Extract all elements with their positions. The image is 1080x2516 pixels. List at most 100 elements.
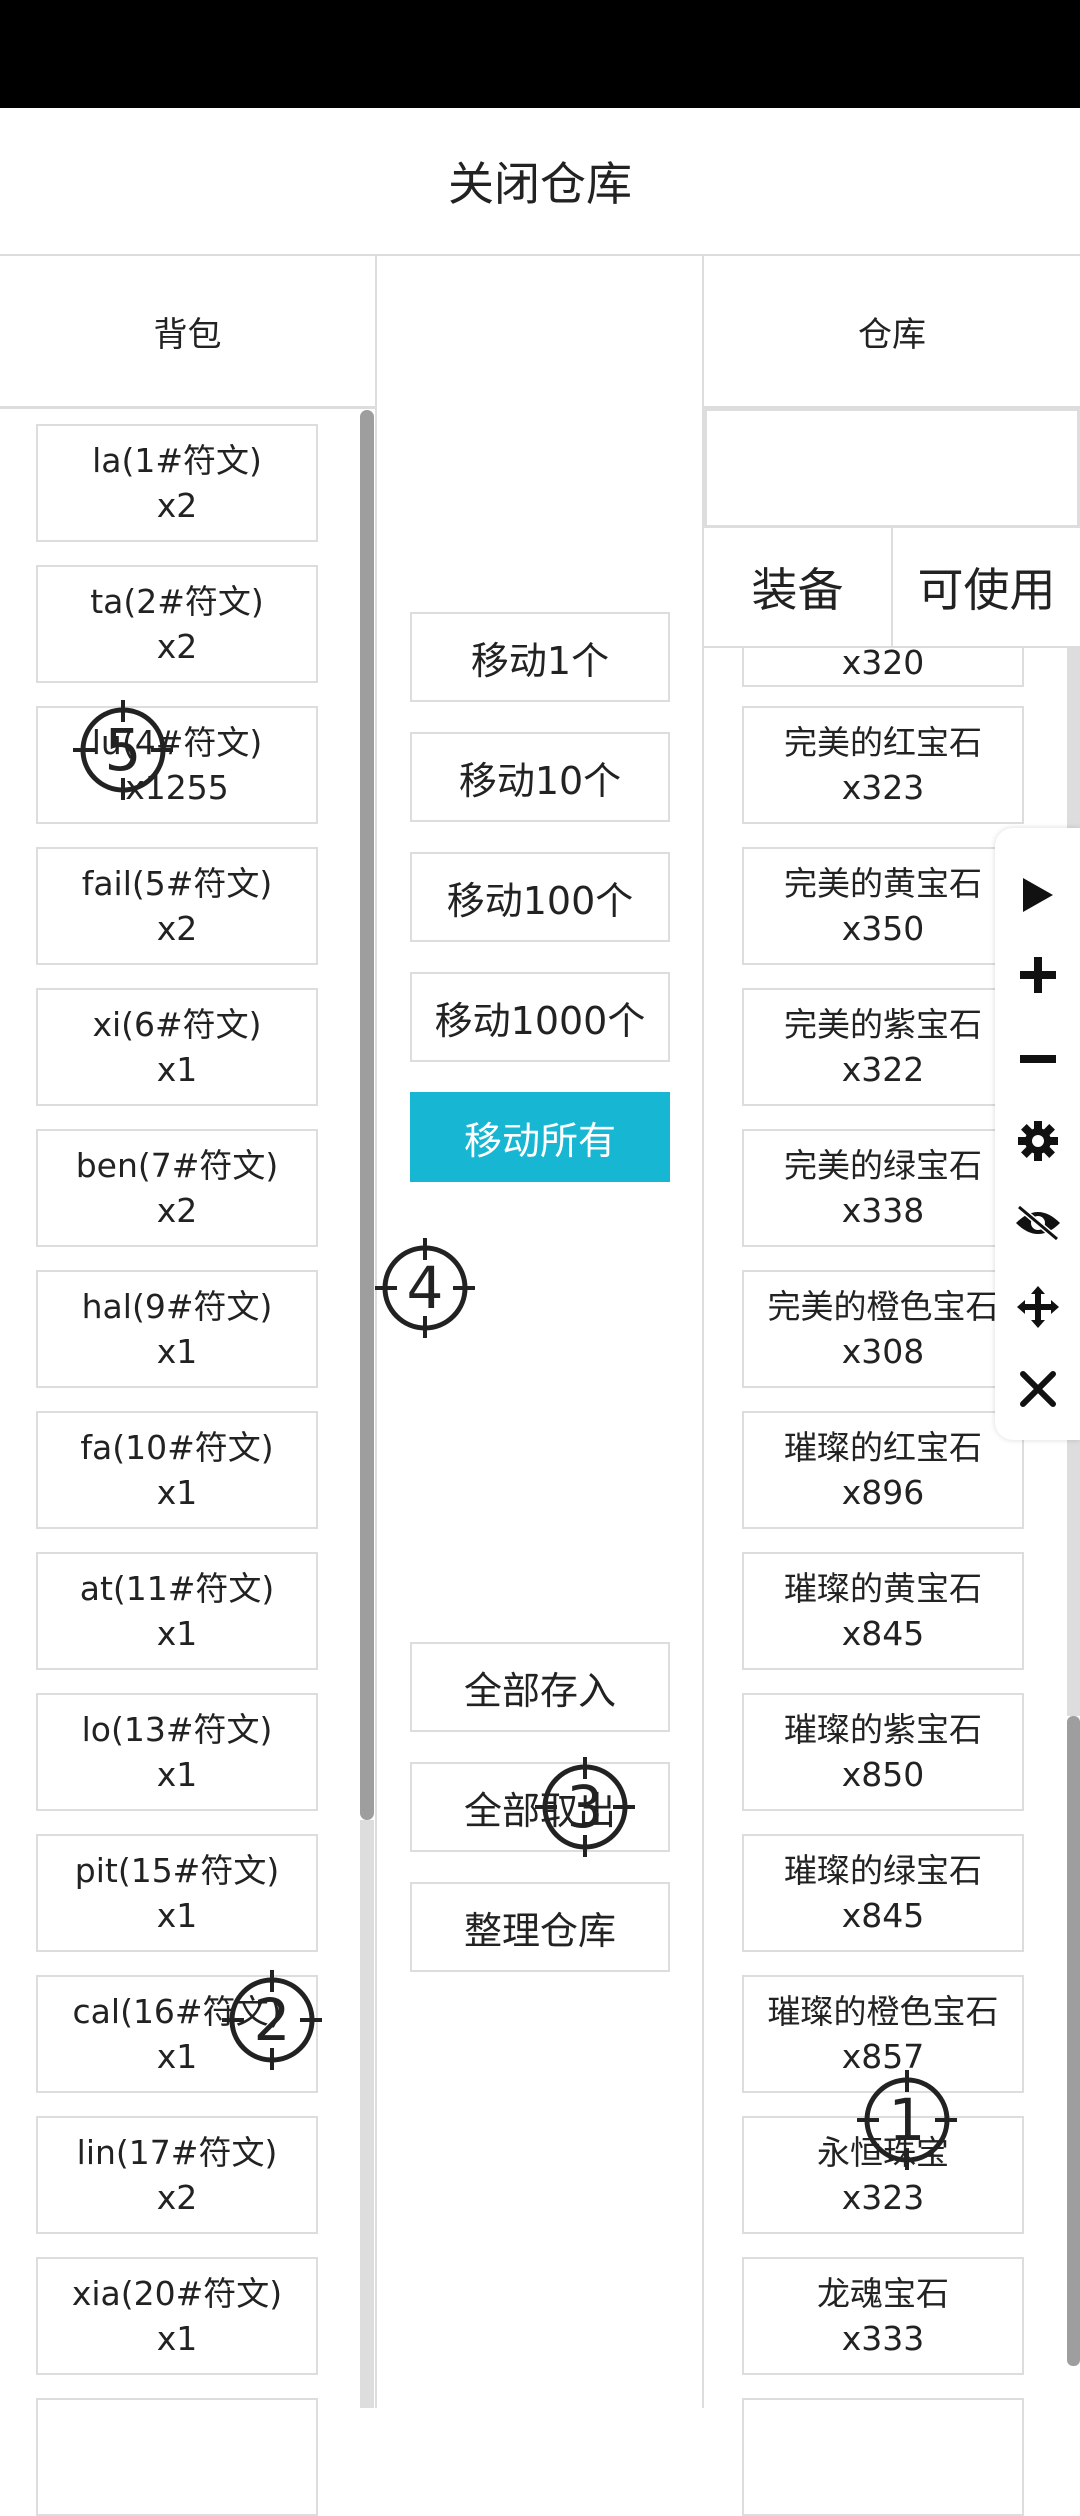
- tab-equipment[interactable]: 装备: [704, 528, 893, 646]
- item-name: 璀璨的绿宝石: [784, 1851, 982, 1890]
- item-count: x850: [841, 1755, 925, 1794]
- item-count: x350: [841, 909, 925, 948]
- item-name: xia(20#符文): [71, 2274, 283, 2313]
- status-bar: [0, 0, 1080, 108]
- item-count: x2: [156, 486, 198, 525]
- item-count: x2: [156, 2178, 198, 2217]
- close-icon[interactable]: [1013, 1364, 1063, 1414]
- sort-warehouse-button[interactable]: 整理仓库: [410, 1882, 670, 1972]
- backpack-item[interactable]: lin(17#符文) x2: [36, 2116, 318, 2234]
- item-name: pit(15#符文): [74, 1851, 280, 1890]
- item-count: x333: [841, 2319, 925, 2358]
- item-name: 璀璨的黄宝石: [784, 1569, 982, 1608]
- warehouse-title: 仓库: [704, 256, 1080, 409]
- item-count: x845: [841, 1896, 925, 1935]
- backpack-item[interactable]: fail(5#符文) x2: [36, 847, 318, 965]
- item-count: x323: [841, 2178, 925, 2217]
- warehouse-item[interactable]: 完美的黄宝石 x350: [742, 847, 1024, 965]
- move-10-button[interactable]: 移动10个: [410, 732, 670, 822]
- warehouse-item[interactable]: 完美的绿宝石 x338: [742, 1129, 1024, 1247]
- crosshair-marker-1[interactable]: 1: [855, 2068, 959, 2172]
- backpack-item[interactable]: pit(15#符文) x1: [36, 1834, 318, 1952]
- item-name: 璀璨的红宝石: [784, 1428, 982, 1467]
- backpack-scroll-track[interactable]: [360, 1820, 374, 2408]
- marker-label-3: 3: [566, 1773, 604, 1841]
- item-name: 璀璨的紫宝石: [784, 1710, 982, 1749]
- gear-icon[interactable]: [1013, 1116, 1063, 1166]
- plus-icon[interactable]: [1013, 950, 1063, 1000]
- backpack-item[interactable]: xia(20#符文) x1: [36, 2257, 318, 2375]
- backpack-item[interactable]: at(11#符文) x1: [36, 1552, 318, 1670]
- close-warehouse-title[interactable]: 关闭仓库: [448, 148, 632, 214]
- backpack-item-partial[interactable]: [36, 2398, 318, 2516]
- item-name: 龙魂宝石: [817, 2274, 949, 2313]
- crosshair-marker-5[interactable]: 5: [71, 698, 175, 802]
- crosshair-marker-2[interactable]: 2: [220, 1968, 324, 2072]
- backpack-item[interactable]: fa(10#符文) x1: [36, 1411, 318, 1529]
- move-icon[interactable]: [1013, 1282, 1063, 1332]
- warehouse-item[interactable]: 璀璨的紫宝石 x850: [742, 1693, 1024, 1811]
- backpack-item[interactable]: ta(2#符文) x2: [36, 565, 318, 683]
- warehouse-scrollbar[interactable]: [1067, 1716, 1080, 2366]
- backpack-item[interactable]: lo(13#符文) x1: [36, 1693, 318, 1811]
- item-name: 完美的红宝石: [784, 723, 982, 762]
- move-100-button[interactable]: 移动100个: [410, 852, 670, 942]
- item-count: x322: [841, 1050, 925, 1089]
- warehouse-search-box[interactable]: [704, 408, 1080, 528]
- item-name: ben(7#符文): [75, 1146, 279, 1185]
- close-warehouse-header[interactable]: 关闭仓库: [0, 108, 1080, 256]
- warehouse-tabs: 装备 可使用: [704, 528, 1080, 648]
- item-name: la(1#符文): [92, 441, 262, 480]
- item-count: x2: [156, 627, 198, 666]
- warehouse-item-partial[interactable]: [742, 2398, 1024, 2516]
- marker-label-1: 1: [888, 2086, 926, 2154]
- item-name: xi(6#符文): [92, 1005, 262, 1044]
- backpack-scrollbar[interactable]: [360, 410, 374, 1820]
- backpack-item[interactable]: ben(7#符文) x2: [36, 1129, 318, 1247]
- minus-icon[interactable]: [1013, 1034, 1063, 1084]
- item-count: x323: [841, 768, 925, 807]
- item-count: x896: [841, 1473, 925, 1512]
- move-1-button[interactable]: 移动1个: [410, 612, 670, 702]
- item-name: at(11#符文): [79, 1569, 275, 1608]
- crosshair-marker-3[interactable]: 3: [533, 1755, 637, 1859]
- move-1000-button[interactable]: 移动1000个: [410, 972, 670, 1062]
- marker-label-2: 2: [253, 1986, 291, 2054]
- item-name: lin(17#符文): [76, 2133, 278, 2172]
- item-count: x845: [841, 1614, 925, 1653]
- play-icon[interactable]: [1013, 870, 1063, 920]
- backpack-item[interactable]: hal(9#符文) x1: [36, 1270, 318, 1388]
- item-name: 璀璨的橙色宝石: [767, 1992, 999, 2031]
- item-name: hal(9#符文): [81, 1287, 273, 1326]
- backpack-title: 背包: [0, 256, 375, 409]
- warehouse-item[interactable]: 璀璨的绿宝石 x845: [742, 1834, 1024, 1952]
- item-name: ta(2#符文): [90, 582, 264, 621]
- warehouse-item[interactable]: 璀璨的红宝石 x896: [742, 1411, 1024, 1529]
- item-count: x1: [156, 2037, 198, 2076]
- item-name: 完美的橙色宝石: [767, 1287, 999, 1326]
- item-count: x1: [156, 1050, 198, 1089]
- backpack-item[interactable]: la(1#符文) x2: [36, 424, 318, 542]
- item-count: x1: [156, 2319, 198, 2358]
- deposit-all-button[interactable]: 全部存入: [410, 1642, 670, 1732]
- item-name: 完美的绿宝石: [784, 1146, 982, 1185]
- warehouse-item[interactable]: 完美的紫宝石 x322: [742, 988, 1024, 1106]
- warehouse-item[interactable]: 完美的红宝石 x323: [742, 706, 1024, 824]
- warehouse-item[interactable]: 龙魂宝石 x333: [742, 2257, 1024, 2375]
- crosshair-marker-4[interactable]: 4: [373, 1236, 477, 1340]
- warehouse-item[interactable]: 璀璨的黄宝石 x845: [742, 1552, 1024, 1670]
- item-count: x2: [156, 1191, 198, 1230]
- item-count: x308: [841, 1332, 925, 1371]
- item-count: x1: [156, 1614, 198, 1653]
- item-name: 完美的黄宝石: [784, 864, 982, 903]
- backpack-item[interactable]: xi(6#符文) x1: [36, 988, 318, 1106]
- item-count: x338: [841, 1191, 925, 1230]
- item-name: fail(5#符文): [81, 864, 273, 903]
- tab-usable[interactable]: 可使用: [893, 528, 1080, 646]
- move-all-button[interactable]: 移动所有: [410, 1092, 670, 1182]
- item-name: 完美的紫宝石: [784, 1005, 982, 1044]
- item-count: x1: [156, 1332, 198, 1371]
- warehouse-item[interactable]: 完美的橙色宝石 x308: [742, 1270, 1024, 1388]
- eye-slash-icon[interactable]: [1013, 1198, 1063, 1248]
- item-count: x2: [156, 909, 198, 948]
